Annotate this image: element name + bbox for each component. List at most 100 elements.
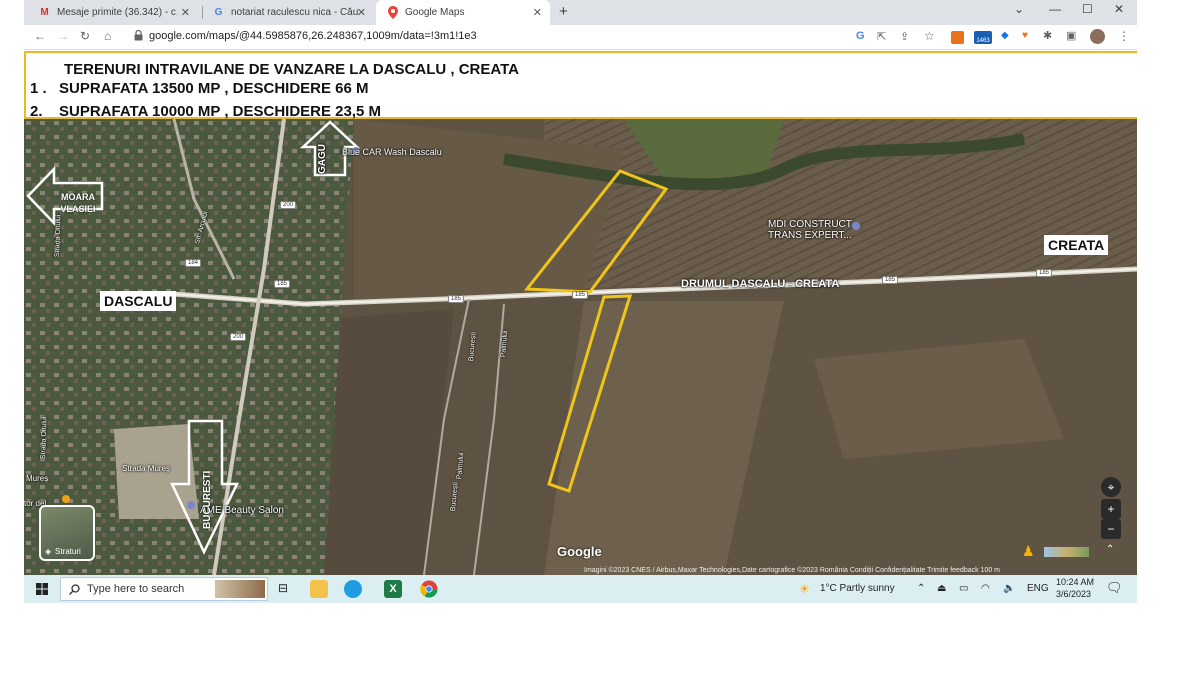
kebab-menu-icon[interactable]: ⋮ [1118, 29, 1130, 43]
route-shield: 200 [230, 333, 247, 341]
satellite-map[interactable]: Blue CAR Wash Dascalu MDI CONSTRUCT TRAN… [24, 119, 1137, 575]
new-tab-icon[interactable]: + [559, 3, 568, 20]
show-hidden-icons-icon[interactable]: ⌃ [917, 583, 925, 594]
route-shield: 185 [274, 280, 291, 288]
forward-icon[interactable]: → [57, 29, 69, 43]
listing-line1-number: 1 . [30, 80, 47, 97]
maximize-icon[interactable]: ☐ [1082, 2, 1093, 16]
layers-button[interactable]: Straturi ◈ [39, 505, 95, 561]
notifications-icon[interactable]: 🗨 [1106, 580, 1123, 596]
chevron-down-icon[interactable]: ⌄ [1014, 2, 1024, 16]
route-shield: 185 [572, 291, 589, 299]
street-label: Strada Mureș [122, 464, 171, 473]
tab-google-search[interactable]: G notariat raculescu nica - Căutare ✕ [202, 0, 374, 25]
share-icon[interactable]: ⇪ [900, 30, 909, 43]
taskbar-search-input[interactable]: Type here to search [60, 577, 268, 601]
place-label-construct-2[interactable]: TRANS EXPERT... [768, 230, 852, 241]
volume-icon[interactable]: 🔈 [1003, 583, 1015, 594]
imagery-thumbnail-icon[interactable] [1044, 547, 1089, 557]
google-lens-icon[interactable]: G [856, 30, 865, 42]
extension-badge: 1463 [976, 38, 990, 44]
language-indicator[interactable]: ENG [1027, 583, 1049, 594]
zoom-out-button[interactable]: − [1101, 519, 1121, 539]
screen: M Mesaje primite (36.342) - c.gavan ✕ G … [24, 0, 1137, 603]
street-label: Strada Oltului [54, 214, 63, 258]
windows-taskbar: Type here to search ⊟ X ☀ 1°C Partly sun… [24, 575, 1137, 603]
listing-text-box: TERENURI INTRAVILANE DE VANZARE LA DASCA… [24, 51, 1137, 120]
windows-start-icon[interactable] [36, 583, 48, 595]
file-explorer-icon[interactable] [310, 580, 328, 598]
close-icon[interactable]: ✕ [533, 6, 542, 19]
town-label-creata: CREATA [1044, 235, 1109, 255]
extension-icon[interactable] [951, 31, 964, 44]
heart-extension-icon[interactable]: ♥ [1022, 30, 1028, 41]
direction-label-bucuresti: BUCURESTI [202, 470, 213, 529]
excel-icon[interactable]: X [384, 580, 402, 598]
direction-label-moara-vlasiei: MOARA VLASIEI [60, 192, 96, 214]
diamond-extension-icon[interactable]: ◆ [1001, 30, 1009, 41]
battery-icon[interactable]: ▭ [959, 583, 968, 594]
avatar[interactable] [1090, 29, 1105, 44]
direction-label-gagu: GAGU [317, 144, 328, 174]
my-location-icon[interactable]: ⌖ [1101, 477, 1121, 497]
expand-icon[interactable]: ⌃ [1106, 544, 1114, 555]
street-label: Strada Oltului [40, 416, 49, 460]
pegman-icon[interactable]: ♟ [1022, 543, 1035, 560]
tab-label: Google Maps [405, 7, 465, 18]
street-label: Mureș [26, 474, 49, 483]
reload-icon[interactable]: ↻ [80, 29, 90, 43]
tab-label: Mesaje primite (36.342) - c.gavan [57, 7, 177, 18]
gmail-icon: M [40, 7, 49, 18]
extension-badge-icon[interactable]: 1463 [974, 31, 992, 44]
tab-strip: M Mesaje primite (36.342) - c.gavan ✕ G … [24, 0, 1137, 25]
task-view-icon[interactable]: ⊟ [278, 581, 288, 595]
listing-line2-number: 2. [30, 103, 43, 120]
search-placeholder: Type here to search [87, 583, 185, 595]
town-label-dascalu: DASCALU [100, 291, 177, 311]
clock-date[interactable]: 3/6/2023 [1056, 589, 1091, 599]
route-shield: 185 [882, 276, 899, 284]
listing-title: TERENURI INTRAVILANE DE VANZARE LA DASCA… [64, 61, 519, 78]
weather-text[interactable]: 1°C Partly sunny [820, 583, 895, 594]
tab-google-maps[interactable]: Google Maps ✕ [376, 0, 550, 25]
sidepanel-icon[interactable]: ▣ [1066, 29, 1076, 42]
wifi-icon[interactable]: ◠ [981, 583, 990, 594]
close-window-icon[interactable]: ✕ [1114, 2, 1124, 16]
address-bar[interactable]: google.com/maps/@44.5985876,26.248367,10… [149, 30, 477, 42]
puzzle-icon[interactable]: ✱ [1043, 29, 1052, 42]
maps-pin-icon [386, 6, 399, 19]
open-in-app-icon[interactable]: ⇱ [877, 30, 886, 43]
place-label-construct[interactable]: MDI CONSTRUCT [768, 219, 852, 230]
back-icon[interactable]: ← [34, 29, 46, 43]
close-icon[interactable]: ✕ [357, 6, 366, 19]
search-icon [69, 584, 80, 595]
route-shield: 184 [185, 259, 202, 267]
route-shield: 185 [1036, 269, 1053, 277]
map-attribution[interactable]: Imagini ©2023 CNES / Airbus,Maxar Techno… [584, 567, 1000, 574]
google-logo: Google [557, 544, 602, 559]
layers-icon: ◈ [45, 547, 52, 556]
minimize-icon[interactable]: — [1049, 2, 1061, 16]
layers-label: Straturi [55, 547, 81, 556]
browser-toolbar: ← → ↻ ⌂ google.com/maps/@44.5985876,26.2… [24, 25, 1137, 50]
clock-time[interactable]: 10:24 AM [1056, 577, 1094, 587]
zoom-in-button[interactable]: + [1101, 499, 1121, 519]
listing-line1: SUPRAFATA 13500 MP , DESCHIDERE 66 M [59, 80, 369, 97]
listing-line2: SUPRAFATA 10000 MP , DESCHIDERE 23,5 M [59, 103, 382, 120]
google-icon: G [214, 7, 223, 18]
tab-gmail[interactable]: M Mesaje primite (36.342) - c.gavan ✕ [28, 0, 198, 25]
map-imagery [24, 119, 1137, 575]
bookmark-star-icon[interactable]: ☆ [924, 29, 935, 43]
lock-icon[interactable] [134, 30, 143, 41]
road-label: DRUMUL DASCALU - CREATA [681, 278, 840, 290]
search-highlight-image [215, 580, 265, 598]
weather-icon[interactable]: ☀ [799, 582, 810, 596]
close-icon[interactable]: ✕ [181, 6, 190, 19]
usb-icon[interactable]: ⏏ [937, 583, 946, 594]
route-shield: 185 [448, 295, 465, 303]
edge-icon[interactable] [344, 580, 362, 598]
home-icon[interactable]: ⌂ [104, 29, 111, 43]
route-shield: 200 [280, 201, 297, 209]
chrome-icon[interactable] [420, 580, 438, 598]
place-label-carwash[interactable]: Blue CAR Wash Dascalu [342, 147, 442, 157]
